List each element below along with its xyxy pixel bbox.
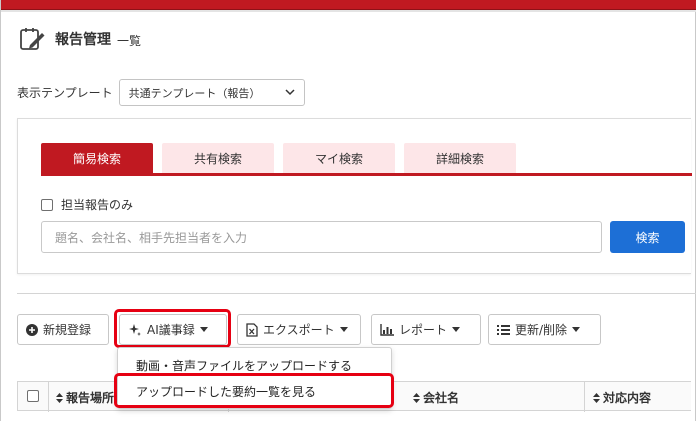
section-divider <box>17 293 696 294</box>
caret-down-icon <box>572 326 581 333</box>
ai-button-highlight <box>114 309 231 348</box>
tab-underline <box>41 173 692 176</box>
bar-chart-icon <box>380 323 394 336</box>
template-label: 表示テンプレート <box>17 86 113 100</box>
report-label: レポート <box>399 323 448 337</box>
only-mine-checkbox[interactable] <box>41 198 53 211</box>
template-select[interactable]: 共通テンプレート（報告） <box>118 79 305 106</box>
tab-label: 共有検索 <box>193 152 242 166</box>
only-mine-row: 担当報告のみ <box>41 196 133 213</box>
update-delete-label: 更新/削除 <box>515 323 568 337</box>
page-title: 報告管理 <box>55 32 111 48</box>
new-button[interactable]: 新規登録 <box>17 314 109 345</box>
column-header-label: 報告場所 <box>66 391 115 405</box>
file-export-icon <box>246 322 258 337</box>
column-divider <box>48 382 49 412</box>
search-button[interactable]: 検索 <box>610 221 685 253</box>
menu-item-highlight <box>114 373 394 408</box>
sort-icon <box>593 392 600 403</box>
export-label: エクスポート <box>263 323 335 337</box>
column-header-label: 対応内容 <box>603 391 652 405</box>
template-select-value: 共通テンプレート（報告） <box>128 86 261 100</box>
sort-icon <box>413 392 420 403</box>
sort-icon <box>56 392 63 403</box>
update-delete-button[interactable]: 更新/削除 <box>488 314 601 345</box>
tab-simple-search[interactable]: 簡易検索 <box>41 143 153 174</box>
chevron-down-icon <box>284 86 296 101</box>
top-accent-bar <box>1 0 696 10</box>
search-input[interactable]: 題名、会社名、相手先担当者を入力 <box>41 221 602 253</box>
page-header: 報告管理 一覧 <box>17 22 141 56</box>
tab-detail-search[interactable]: 詳細検索 <box>404 143 516 174</box>
list-icon <box>497 324 510 336</box>
column-header-company[interactable]: 会社名 <box>413 389 459 406</box>
plus-circle-icon <box>26 323 38 336</box>
report-button[interactable]: レポート <box>371 314 481 345</box>
caret-down-icon <box>452 326 461 333</box>
top-bar-shadow <box>1 10 696 12</box>
column-header-response[interactable]: 対応内容 <box>593 389 651 406</box>
edit-document-icon <box>17 24 47 54</box>
only-mine-label: 担当報告のみ <box>61 198 134 212</box>
search-input-placeholder: 題名、会社名、相手先担当者を入力 <box>55 230 248 245</box>
export-button[interactable]: エクスポート <box>237 314 361 345</box>
tab-label: 詳細検索 <box>435 152 484 166</box>
search-panel: 簡易検索 共有検索 マイ検索 詳細検索 担当報告のみ 題名、会社名、相手先担当者… <box>17 118 692 274</box>
caret-down-icon <box>339 326 348 333</box>
page-subtitle: 一覧 <box>117 33 142 48</box>
search-button-label: 検索 <box>635 230 660 245</box>
column-header-label: 会社名 <box>423 391 460 405</box>
column-divider <box>584 382 585 412</box>
menu-item-label: 動画・音声ファイルをアップロードする <box>136 359 353 373</box>
tab-label: 簡易検索 <box>72 152 121 166</box>
app-window: 報告管理 一覧 表示テンプレート 共通テンプレート（報告） 簡易検索 共有検索 … <box>0 0 696 421</box>
select-all-checkbox[interactable] <box>27 390 39 402</box>
search-tabs: 簡易検索 共有検索 マイ検索 詳細検索 <box>41 143 525 174</box>
column-header-location[interactable]: 報告場所 <box>56 389 114 406</box>
tab-label: マイ検索 <box>314 152 363 166</box>
menu-item-upload-media[interactable]: 動画・音声ファイルをアップロードする <box>136 357 352 374</box>
template-row: 表示テンプレート 共通テンプレート（報告） <box>17 79 305 106</box>
tab-my-search[interactable]: マイ検索 <box>283 143 395 174</box>
tab-shared-search[interactable]: 共有検索 <box>162 143 274 174</box>
new-button-label: 新規登録 <box>43 323 92 337</box>
